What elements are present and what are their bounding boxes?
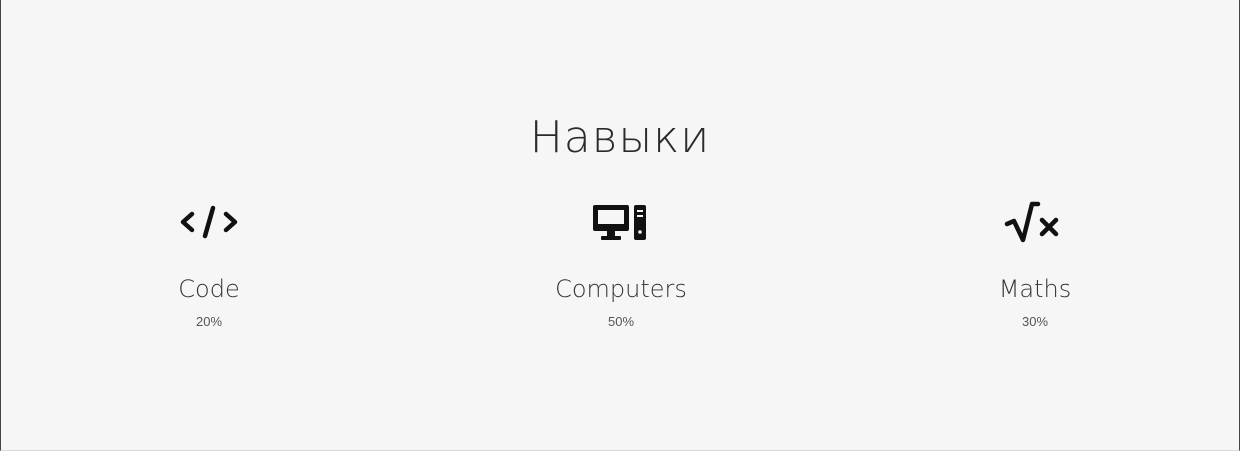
skill-name: Maths <box>998 275 1072 303</box>
square-root-icon <box>915 198 1155 246</box>
section-title: Навыки <box>529 112 711 163</box>
skill-percent: 30% <box>1021 314 1049 329</box>
skills-section: Навыки Code 20% Computers 50% Maths 30% <box>0 0 1240 451</box>
skill-percent: 50% <box>607 314 635 329</box>
skill-percent: 20% <box>195 314 223 329</box>
skill-name: Computers <box>555 275 687 303</box>
code-icon <box>89 198 329 246</box>
desktop-computer-icon <box>501 198 741 246</box>
skill-item-computers: Computers 50% <box>501 198 741 330</box>
skill-name: Code <box>178 275 240 303</box>
skill-item-code: Code 20% <box>89 198 329 330</box>
skill-item-maths: Maths 30% <box>915 198 1155 330</box>
